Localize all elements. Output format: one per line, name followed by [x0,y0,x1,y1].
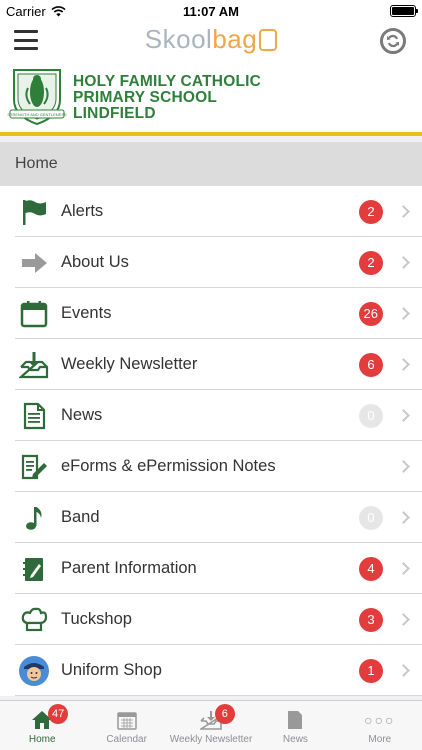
status-time: 11:07 AM [183,4,239,19]
menu-item-tuckshop[interactable]: Tuckshop 3 [0,594,422,645]
count-badge: 0 [359,505,383,530]
document-icon [16,398,52,434]
notebook-icon [16,551,52,587]
chevron-right-icon [397,409,410,422]
calendar-icon [115,709,139,731]
school-banner: STRENGTH AND GENTLENESS HOLY FAMILY CATH… [0,62,422,136]
menu-item-label: Tuckshop [61,610,132,628]
logo-text-bag: bag [212,24,258,54]
tab-badge: 6 [214,704,235,724]
menu-item-label: eForms & ePermission Notes [61,457,276,475]
backpack-icon [259,29,278,51]
status-bar: Carrier 11:07 AM [0,0,422,22]
count-badge: 1 [359,658,383,683]
tab-more[interactable]: ○○○ More [338,701,422,750]
school-name-line: HOLY FAMILY CATHOLIC [73,73,262,90]
chevron-right-icon [397,664,410,677]
menu-item-label: Weekly Newsletter [61,355,198,373]
app-screen: Carrier 11:07 AM Skoolbag STRENGTH AND G… [0,0,422,750]
more-icon: ○○○ [364,712,396,728]
home-menu-list: Alerts 2 About Us 2 Events 26 Weekly New… [0,186,422,696]
menu-item-label: About Us [61,253,129,271]
tab-news[interactable]: News [253,701,337,750]
school-name: HOLY FAMILY CATHOLIC PRIMARY SCHOOL LIND… [73,74,261,122]
menu-item-band[interactable]: Band 0 [0,492,422,543]
tab-home[interactable]: Home 47 [0,701,84,750]
chevron-right-icon [397,511,410,524]
menu-item-news[interactable]: News 0 [0,390,422,441]
tab-label: Home [28,734,56,745]
calendar-icon [16,296,52,332]
flag-icon [16,194,52,230]
tab-label: Calendar [106,734,147,745]
crest-motto: STRENGTH AND GENTLENESS [7,112,67,117]
chevron-right-icon [397,358,410,371]
menu-item-label: Uniform Shop [61,661,162,679]
arrow-right-icon [16,245,52,281]
menu-item-weekly-newsletter[interactable]: Weekly Newsletter 6 [0,339,422,390]
tab-bar: Home 47 Calendar Weekly Newsletter 6 New… [0,700,422,750]
uniform-avatar-icon [16,653,52,689]
sync-button[interactable] [380,28,406,54]
count-badge: 6 [359,352,383,377]
tab-calendar[interactable]: Calendar [84,701,168,750]
tab-badge: 47 [48,704,69,724]
chevron-right-icon [397,562,410,575]
inbox-download-icon [16,347,52,383]
nav-bar: Skoolbag [0,22,422,62]
count-badge: 3 [359,607,383,632]
chevron-right-icon [397,256,410,269]
section-header-home: Home [0,142,422,186]
menu-item-parent-information[interactable]: Parent Information 4 [0,543,422,594]
skoolbag-logo: Skoolbag [0,24,422,55]
menu-item-label: Events [61,304,112,322]
chevron-right-icon [397,460,410,473]
chevron-right-icon [397,613,410,626]
menu-item-label: News [61,406,103,424]
school-name-line: LINDFIELD [73,105,156,122]
menu-item-eforms[interactable]: eForms & ePermission Notes [0,441,422,492]
menu-item-uniform-shop[interactable]: Uniform Shop 1 [0,645,422,696]
school-name-line: PRIMARY SCHOOL [73,89,218,106]
count-badge: 26 [358,301,383,326]
sync-icon [387,34,399,48]
document-icon [283,709,307,731]
chevron-right-icon [397,205,410,218]
tab-weekly-newsletter[interactable]: Weekly Newsletter 6 [169,701,253,750]
school-crest-logo: STRENGTH AND GENTLENESS [7,69,67,126]
menu-item-alerts[interactable]: Alerts 2 [0,186,422,237]
music-note-icon [16,500,52,536]
menu-item-events[interactable]: Events 26 [0,288,422,339]
menu-item-label: Parent Information [61,559,197,577]
count-badge: 2 [359,199,383,224]
menu-item-about-us[interactable]: About Us 2 [0,237,422,288]
chevron-right-icon [397,307,410,320]
tab-label: News [282,734,308,745]
chef-hat-icon [16,602,52,638]
banner-divider [0,132,422,136]
menu-item-label: Alerts [61,202,104,220]
tab-label: More [368,734,392,745]
form-pen-icon [16,449,52,485]
count-badge: 2 [359,250,383,275]
logo-text-skool: Skool [144,24,213,54]
battery-icon [390,5,418,17]
count-badge: 4 [359,556,383,581]
tab-label: Weekly Newsletter [169,734,253,745]
count-badge: 0 [359,403,383,428]
menu-item-label: Band [61,508,100,526]
